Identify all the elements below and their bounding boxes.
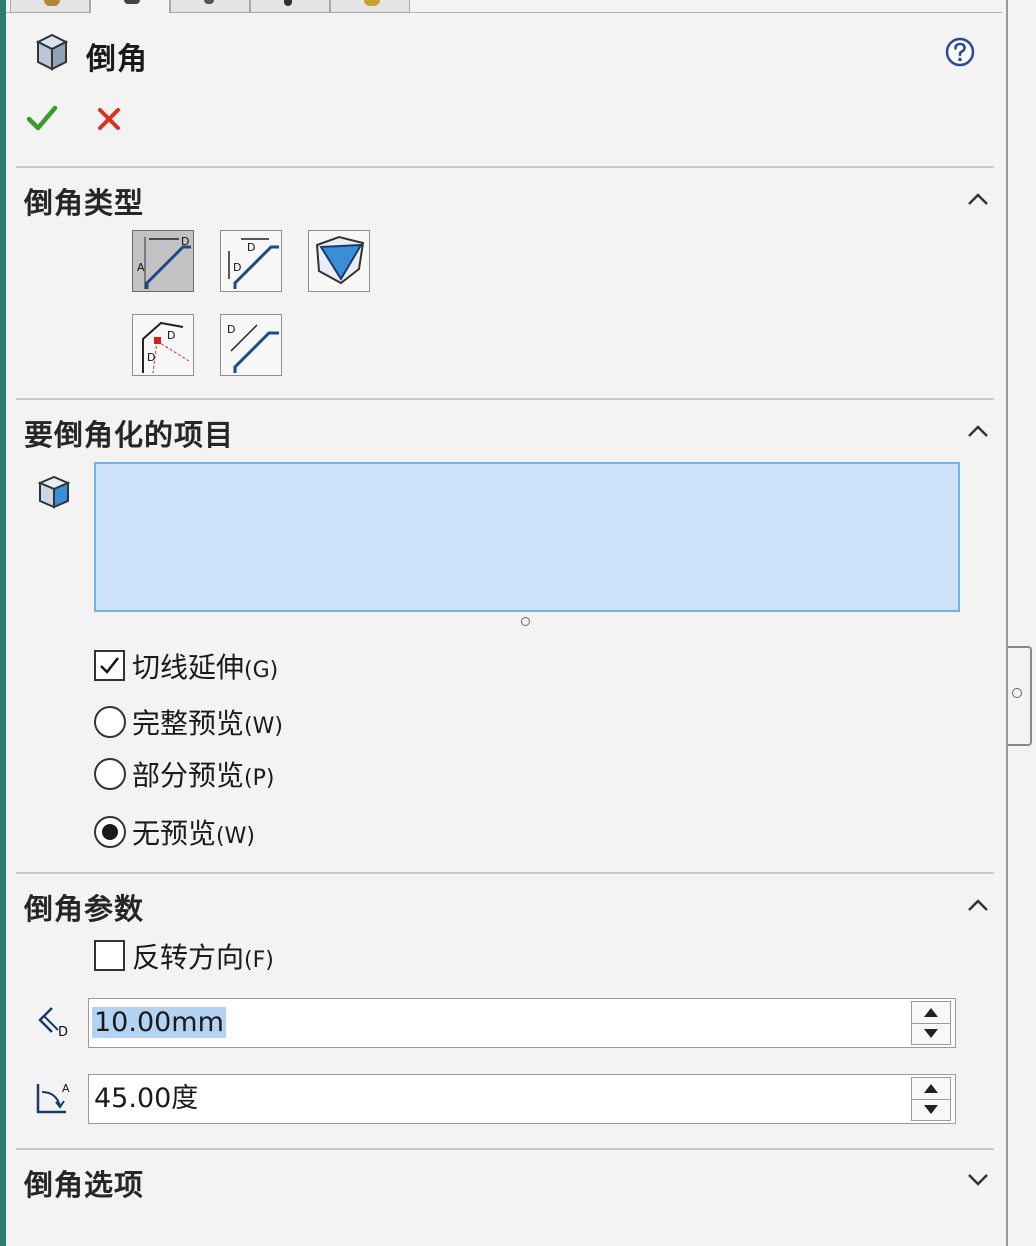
face-face-chamfer-icon: D [227, 323, 279, 373]
tab-property-manager[interactable] [90, 0, 170, 13]
tab-configuration-manager[interactable] [170, 0, 250, 13]
angle-value: 45.00度 [94, 1083, 199, 1114]
divider [16, 166, 994, 168]
close-icon [98, 108, 120, 130]
configuration-manager-icon [203, 0, 214, 4]
tab-feature-manager[interactable] [10, 0, 90, 13]
edge-face-selection-icon [37, 475, 71, 509]
section-title-chamfer-parameters: 倒角参数 [24, 892, 145, 926]
items-selection-box[interactable] [94, 462, 960, 612]
chamfer-type-angle-distance[interactable]: D A [132, 230, 194, 292]
expand-chevron-down-icon[interactable] [965, 1170, 991, 1188]
offset-face-chamfer-icon: D D [142, 321, 190, 374]
svg-text:D: D [247, 241, 255, 254]
tangent-propagation-label: 切线延伸(G) [132, 651, 279, 684]
collapse-chevron-up-icon[interactable] [965, 190, 991, 208]
svg-text:A: A [62, 1082, 70, 1095]
section-title-chamfer-options: 倒角选项 [24, 1168, 145, 1202]
vertex-chamfer-icon [315, 235, 365, 285]
tab-display-manager[interactable] [330, 0, 410, 13]
svg-text:D: D [233, 261, 241, 274]
spin-up-button[interactable] [912, 1078, 950, 1100]
display-manager-icon [363, 0, 380, 6]
arrow-down-icon [924, 1029, 938, 1038]
collapse-chevron-up-icon[interactable] [965, 896, 991, 914]
divider [16, 872, 994, 874]
distance-spinner[interactable] [911, 1001, 951, 1045]
help-icon[interactable] [944, 36, 976, 68]
arrow-up-icon [924, 1084, 938, 1093]
panel-title: 倒角 [86, 42, 148, 77]
spin-down-button[interactable] [912, 1023, 950, 1044]
feature-manager-icon [43, 0, 60, 6]
chamfer-feature-icon [35, 33, 69, 71]
checkbox-check-icon [100, 657, 119, 674]
reverse-direction-label: 反转方向(F) [132, 941, 274, 974]
dimxpert-manager-icon [283, 0, 292, 6]
chamfer-type-face-face[interactable]: D [220, 314, 282, 376]
property-manager-icon [123, 0, 140, 4]
grip-dot-icon [1012, 688, 1022, 698]
partial-preview-radio[interactable] [94, 758, 126, 790]
full-preview-label: 完整预览(W) [132, 707, 283, 740]
angle-dimension-icon: A [36, 1082, 70, 1114]
chamfer-type-distance-distance[interactable]: D D [220, 230, 282, 292]
divider [16, 398, 994, 400]
distance-input[interactable]: 10.00mm [88, 998, 956, 1048]
distance-value: 10.00mm [92, 1007, 226, 1038]
ok-button[interactable] [26, 104, 58, 132]
angle-spinner[interactable] [911, 1077, 951, 1121]
svg-text:D: D [227, 323, 235, 336]
spin-up-button[interactable] [912, 1002, 950, 1024]
section-title-items-to-chamfer: 要倒角化的项目 [24, 418, 235, 452]
radio-selected-dot [102, 824, 118, 840]
checkmark-icon [26, 105, 58, 131]
distance-distance-chamfer-icon: D D [228, 238, 279, 289]
partial-preview-label: 部分预览(P) [132, 759, 275, 792]
angle-distance-chamfer-icon: D A [137, 235, 191, 289]
arrow-up-icon [924, 1008, 938, 1017]
collapse-chevron-up-icon[interactable] [965, 422, 991, 440]
no-preview-radio[interactable] [94, 816, 126, 848]
divider [16, 1148, 994, 1150]
tangent-propagation-checkbox[interactable] [94, 650, 125, 681]
panel-left-border [0, 0, 6, 1246]
chamfer-type-offset-face[interactable]: D D [132, 314, 194, 376]
chamfer-type-vertex[interactable] [308, 230, 370, 292]
svg-text:D: D [147, 351, 155, 364]
svg-text:A: A [137, 261, 145, 274]
distance-dimension-icon: D [38, 1007, 68, 1040]
reverse-direction-checkbox[interactable] [94, 940, 125, 971]
no-preview-label: 无预览(W) [132, 817, 255, 850]
svg-text:D: D [58, 1025, 68, 1040]
spin-down-button[interactable] [912, 1099, 950, 1120]
full-preview-radio[interactable] [94, 706, 126, 738]
section-title-chamfer-type: 倒角类型 [24, 186, 145, 220]
arrow-down-icon [924, 1105, 938, 1114]
tab-dimxpert-manager[interactable] [250, 0, 330, 13]
cancel-button[interactable] [96, 106, 122, 132]
svg-text:D: D [167, 329, 175, 342]
panel-splitter[interactable] [1006, 0, 1036, 1246]
resize-handle[interactable] [521, 617, 530, 626]
angle-input[interactable]: 45.00度 [88, 1074, 956, 1124]
